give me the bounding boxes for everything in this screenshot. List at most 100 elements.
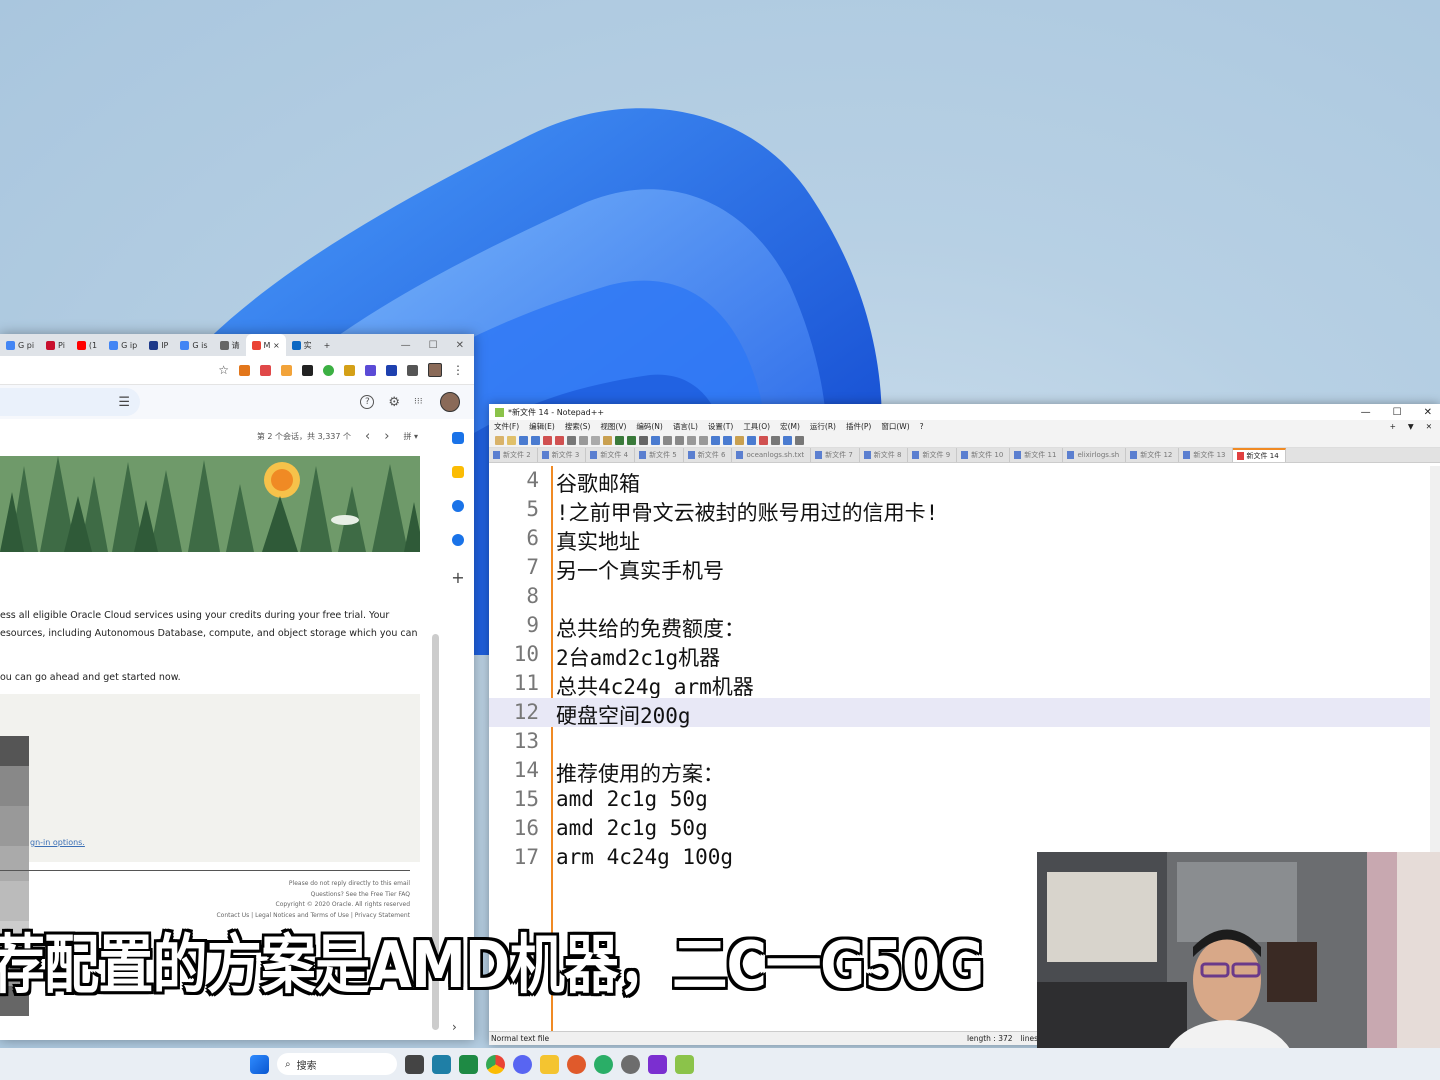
discord-icon[interactable] [513,1054,532,1074]
chrome-tab[interactable]: G is [174,334,213,356]
menu-window[interactable]: 窗口(W) [881,421,909,432]
minimize-button[interactable]: — [1361,407,1371,418]
metamask-icon[interactable] [239,364,250,376]
notepadpp-icon[interactable] [675,1054,694,1074]
signin-options-link[interactable]: gn-in options. [30,838,85,847]
calendar-icon[interactable] [452,432,464,444]
close-button[interactable]: ✕ [1424,407,1432,418]
chrome-tab[interactable]: 请 [214,334,246,356]
doc-tab[interactable]: 新文件 8 [860,448,909,462]
extension-icon[interactable] [281,364,292,376]
doc-tab[interactable]: oceanlogs.sh.txt [732,448,812,462]
close-all-icon[interactable] [555,435,564,445]
chrome-tab[interactable]: G pi [0,334,40,356]
new-file-icon[interactable] [495,435,504,445]
settings-icon[interactable]: ⚙ [388,395,400,410]
zoom-out-icon[interactable] [675,435,684,445]
doc-tab[interactable]: 新文件 2 [489,448,538,462]
open-file-icon[interactable] [507,435,516,445]
copy-icon[interactable] [591,435,600,445]
keep-icon[interactable] [452,466,464,478]
save-icon[interactable] [519,435,528,445]
all-chars-icon[interactable] [711,435,720,445]
more-icon[interactable]: ⋮ [452,363,464,377]
doc-tab[interactable]: 新文件 5 [635,448,684,462]
app-icon[interactable] [567,1054,586,1074]
chrome-tab[interactable]: G ip [103,334,143,356]
extension-icon[interactable] [365,364,376,376]
print-icon[interactable] [567,435,576,445]
menu-settings[interactable]: 设置(T) [708,421,733,432]
menu-tools[interactable]: 工具(O) [743,421,770,432]
wechat-icon[interactable] [594,1054,613,1074]
record-macro-icon[interactable] [759,435,768,445]
chrome-tab[interactable]: Pi [40,334,71,356]
redo-icon[interactable] [627,435,636,445]
doc-tab[interactable]: 新文件 12 [1126,448,1180,462]
profile-avatar[interactable] [428,363,442,377]
menu-language[interactable]: 语言(L) [673,421,698,432]
account-avatar[interactable] [440,392,460,412]
cut-icon[interactable] [579,435,588,445]
file-explorer-icon[interactable] [540,1054,559,1074]
doc-tab[interactable]: 新文件 6 [684,448,733,462]
media-icon[interactable] [648,1054,667,1074]
extension-icon[interactable] [344,364,355,376]
doc-tab[interactable]: 新文件 3 [538,448,587,462]
prev-conversation-button[interactable]: ‹ [365,429,370,444]
maximize-button[interactable]: ☐ [429,340,438,351]
stop-macro-icon[interactable] [771,435,780,445]
app-icon[interactable] [459,1054,478,1074]
save-macro-icon[interactable] [795,435,804,445]
chrome-icon[interactable] [486,1054,505,1074]
help-icon[interactable]: ? [360,395,375,409]
task-view-icon[interactable] [405,1054,424,1074]
maximize-button[interactable]: ☐ [1393,407,1402,418]
input-tools-button[interactable]: 拼 ▾ [403,431,418,442]
menu-edit[interactable]: 编辑(E) [529,421,555,432]
doc-tab-active[interactable]: 新文件 14 [1232,448,1286,462]
doc-tab[interactable]: 新文件 13 [1179,448,1233,462]
play-macro-icon[interactable] [783,435,792,445]
zoom-in-icon[interactable] [663,435,672,445]
extension-icon[interactable] [260,364,271,376]
close-button[interactable]: ✕ [456,340,464,351]
doc-tab[interactable]: 新文件 11 [1010,448,1064,462]
save-all-icon[interactable] [531,435,540,445]
menu-macro[interactable]: 宏(M) [780,421,800,432]
chrome-tab[interactable]: 实 [286,334,318,356]
extension-icon[interactable] [302,364,313,376]
search-options-icon[interactable]: ☰ [0,388,140,416]
indent-guide-icon[interactable] [723,435,732,445]
new-tab-button[interactable]: + [318,334,337,356]
chrome-tab[interactable]: (1 [71,334,103,356]
undo-icon[interactable] [615,435,624,445]
add-icon[interactable]: + [1390,422,1396,431]
find-icon[interactable] [639,435,648,445]
add-addon-icon[interactable]: + [451,568,464,587]
menu-encoding[interactable]: 编码(N) [636,421,662,432]
taskbar-search[interactable]: ⌕ 搜索 [277,1053,397,1075]
vscode-icon[interactable] [432,1054,451,1074]
menu-plugins[interactable]: 插件(P) [846,421,871,432]
minimize-button[interactable]: — [401,340,411,351]
extension-icon[interactable] [386,364,397,376]
puzzle-icon[interactable] [407,364,418,376]
bookmark-star-icon[interactable]: ☆ [218,363,229,377]
doc-tab[interactable]: 新文件 7 [811,448,860,462]
start-icon[interactable] [250,1054,269,1074]
dropdown-icon[interactable]: ▼ [1408,422,1414,431]
tasks-icon[interactable] [452,500,464,512]
doc-tab[interactable]: 新文件 10 [957,448,1011,462]
doc-map-icon[interactable] [747,435,756,445]
doc-tab[interactable]: elixirlogs.sh [1063,448,1127,462]
paste-icon[interactable] [603,435,612,445]
apps-icon[interactable]: ⁝⁝⁝ [414,397,426,406]
menu-view[interactable]: 视图(V) [600,421,626,432]
close-icon[interactable] [543,435,552,445]
chrome-tab-active[interactable]: M × [245,334,286,356]
contacts-icon[interactable] [452,534,464,546]
doc-tab[interactable]: 新文件 9 [908,448,958,462]
menu-search[interactable]: 搜索(S) [565,421,591,432]
folder-icon[interactable] [735,435,744,445]
